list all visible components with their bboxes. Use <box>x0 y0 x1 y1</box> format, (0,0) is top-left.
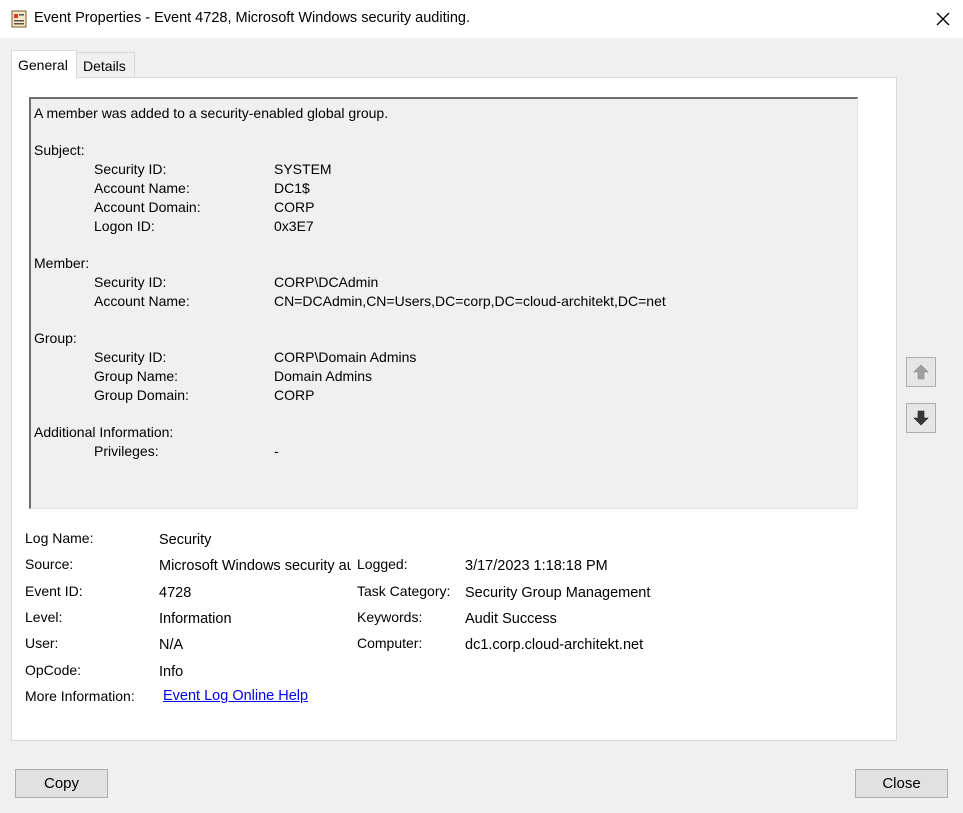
source-label: Source: <box>25 556 74 572</box>
field-label: Account Name: <box>94 180 190 196</box>
field-label: Group Domain: <box>94 387 189 403</box>
field-label: Privileges: <box>94 443 159 459</box>
task-category-value: Security Group Management <box>465 585 651 601</box>
keywords-value: Audit Success <box>465 611 557 627</box>
opcode-label: OpCode: <box>25 662 82 678</box>
opcode-value: Info <box>159 664 184 680</box>
event-id-value: 4728 <box>159 585 192 601</box>
additional-info-heading: Additional Information: <box>34 424 174 440</box>
field-value: CORP\DCAdmin <box>274 274 379 290</box>
logged-value: 3/17/2023 1:18:18 PM <box>465 558 608 574</box>
previous-event-button[interactable] <box>906 357 936 387</box>
subject-heading: Subject: <box>34 142 85 158</box>
close-icon <box>936 12 950 26</box>
event-log-help-link[interactable]: Event Log Online Help <box>163 687 308 705</box>
tab-general[interactable]: General <box>11 50 77 78</box>
field-value: DC1$ <box>274 180 310 196</box>
field-value: SYSTEM <box>274 161 332 177</box>
user-value: N/A <box>159 637 184 653</box>
field-label: Security ID: <box>94 161 167 177</box>
event-description-box[interactable]: A member was added to a security-enabled… <box>29 97 858 509</box>
field-value: CORP <box>274 199 315 215</box>
field-label: Logon ID: <box>94 218 155 234</box>
logged-label: Logged: <box>357 556 408 572</box>
task-category-label: Task Category: <box>357 583 451 599</box>
arrow-up-icon <box>913 364 929 380</box>
field-value: CORP <box>274 387 315 403</box>
field-value: Domain Admins <box>274 368 373 384</box>
group-heading: Group: <box>34 330 77 346</box>
level-label: Level: <box>25 609 63 625</box>
field-value: - <box>274 443 279 459</box>
event-viewer-icon <box>11 10 27 28</box>
next-event-button[interactable] <box>906 403 936 433</box>
event-id-label: Event ID: <box>25 583 83 599</box>
keywords-label: Keywords: <box>357 609 423 625</box>
log-name-label: Log Name: <box>25 530 94 546</box>
general-tab-panel: A member was added to a security-enabled… <box>11 77 897 741</box>
field-value: 0x3E7 <box>274 218 314 234</box>
window-title: Event Properties - Event 4728, Microsoft… <box>34 10 470 26</box>
arrow-down-icon <box>913 410 929 426</box>
close-button[interactable]: Close <box>855 769 948 798</box>
field-label: Account Domain: <box>94 199 201 215</box>
user-label: User: <box>25 635 59 651</box>
copy-button[interactable]: Copy <box>15 769 108 798</box>
close-window-button[interactable] <box>928 5 958 33</box>
source-value: Microsoft Windows security auditing. <box>159 558 351 574</box>
title-bar: Event Properties - Event 4728, Microsoft… <box>0 0 963 38</box>
field-value: CN=DCAdmin,CN=Users,DC=corp,DC=cloud-arc… <box>274 293 666 309</box>
computer-label: Computer: <box>357 635 423 651</box>
log-name-value: Security <box>159 532 212 548</box>
field-label: Account Name: <box>94 293 190 309</box>
event-summary: A member was added to a security-enabled… <box>34 105 389 121</box>
field-value: CORP\Domain Admins <box>274 349 417 365</box>
tab-details[interactable]: Details <box>77 52 135 78</box>
computer-value: dc1.corp.cloud-architekt.net <box>465 637 644 653</box>
member-heading: Member: <box>34 255 90 271</box>
field-label: Group Name: <box>94 368 179 384</box>
more-info-label: More Information: <box>25 688 135 704</box>
field-label: Security ID: <box>94 274 167 290</box>
field-label: Security ID: <box>94 349 167 365</box>
level-value: Information <box>159 611 232 627</box>
